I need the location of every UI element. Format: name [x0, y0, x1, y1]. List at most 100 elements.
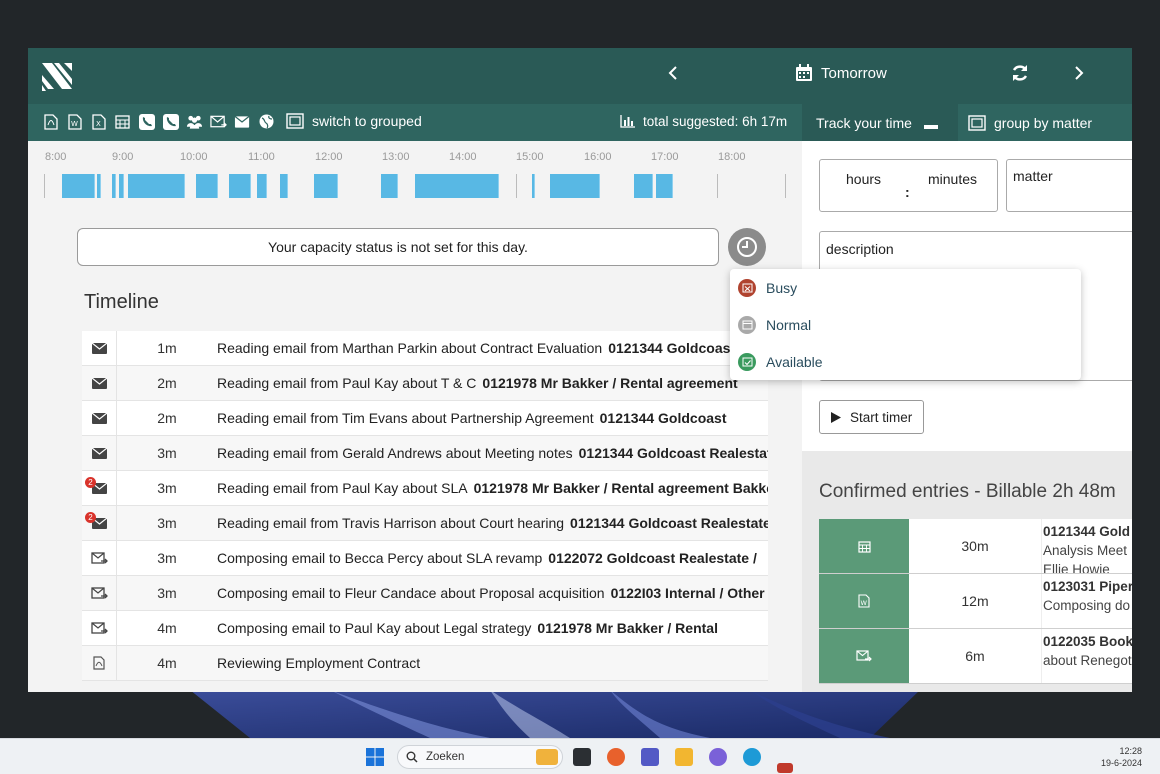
- start-timer-label: Start timer: [850, 409, 913, 425]
- next-day-button[interactable]: [1074, 64, 1084, 87]
- capacity-status-button[interactable]: [728, 228, 766, 266]
- taskbar-search[interactable]: Zoeken: [397, 745, 563, 769]
- minutes-field[interactable]: minutes: [928, 171, 977, 187]
- activity-segment[interactable]: [532, 174, 535, 198]
- file-explorer-icon[interactable]: [675, 748, 693, 766]
- pdf-icon[interactable]: [42, 113, 59, 130]
- group-by-matter-button[interactable]: group by matter: [958, 104, 1132, 141]
- timeline-row[interactable]: 2 3m Reading email from Travis Harrison …: [82, 505, 768, 541]
- activity-segment[interactable]: [128, 174, 185, 198]
- teams-icon[interactable]: [641, 748, 659, 766]
- timeline-row[interactable]: 4m Composing email to Paul Kay about Leg…: [82, 610, 768, 646]
- activity-segment[interactable]: [112, 174, 116, 198]
- activity-segment[interactable]: [97, 174, 101, 198]
- capacity-status-bar: Your capacity status is not set for this…: [77, 228, 719, 266]
- header-bar: Tomorrow: [28, 48, 1132, 104]
- row-text: Composing email to Fleur Candace about P…: [217, 585, 605, 601]
- row-description: Composing email to Paul Kay about Legal …: [217, 620, 768, 636]
- email-reading-icon: [82, 365, 117, 401]
- minimize-icon[interactable]: [923, 124, 938, 129]
- confirmed-entry[interactable]: 6m 0122035 Book about Renegot: [819, 629, 1132, 684]
- row-text: Composing email to Becca Percy about SLA…: [217, 550, 543, 566]
- row-duration: 3m: [157, 445, 177, 461]
- duration-input[interactable]: hours : minutes: [819, 159, 998, 212]
- row-matter: 0121344 Goldcoast: [608, 340, 736, 356]
- row-text: Reading email from Gerald Andrews about …: [217, 445, 573, 461]
- row-description: Reading email from Paul Kay about T & C 0…: [217, 375, 768, 391]
- previous-day-button[interactable]: [668, 64, 678, 87]
- timeline-row[interactable]: 3m Composing email to Fleur Candace abou…: [82, 575, 768, 611]
- phone-in-icon[interactable]: [138, 113, 155, 130]
- date-selector[interactable]: Tomorrow: [795, 64, 887, 82]
- app-icon[interactable]: [777, 763, 793, 773]
- email-composing-icon: [82, 610, 117, 646]
- timeline-row[interactable]: 2m Reading email from Tim Evans about Pa…: [82, 400, 768, 436]
- activity-segment[interactable]: [257, 174, 267, 198]
- hour-ruler: 8:00 9:00 10:00 11:00 12:00 13:00 14:00 …: [45, 151, 785, 165]
- timeline-row[interactable]: 3m Reading email from Gerald Andrews abo…: [82, 435, 768, 471]
- confirmed-entry[interactable]: W 12m 0123031 Piper Composing do: [819, 574, 1132, 629]
- word-icon[interactable]: W: [66, 113, 83, 130]
- timeline-row[interactable]: 1m Reading email from Marthan Parkin abo…: [82, 330, 768, 366]
- email-reading-icon: [82, 400, 117, 436]
- capacity-option-available[interactable]: Available: [730, 343, 1081, 380]
- system-clock[interactable]: 12:28 19-6-2024: [1098, 745, 1142, 769]
- activity-segment[interactable]: [656, 174, 673, 198]
- row-text: Reading email from Paul Kay about T & C: [217, 375, 477, 391]
- confirmed-entry[interactable]: 30m 0121344 Gold Analysis Meet Ellie How…: [819, 519, 1132, 574]
- activity-segment[interactable]: [314, 174, 338, 198]
- capacity-option-busy[interactable]: Busy: [730, 269, 1081, 306]
- calendar-icon[interactable]: [114, 113, 131, 130]
- row-text: Reading email from Travis Harrison about…: [217, 515, 565, 531]
- activity-segment[interactable]: [280, 174, 288, 198]
- hours-field[interactable]: hours: [846, 171, 881, 187]
- email-reading-icon: [82, 330, 117, 366]
- activity-segment[interactable]: [634, 174, 653, 198]
- task-view-icon[interactable]: [573, 748, 591, 766]
- hour-label: 11:00: [248, 151, 275, 163]
- email-composing-icon: [82, 575, 117, 611]
- refresh-button[interactable]: [1011, 64, 1029, 85]
- app-logo: [42, 63, 72, 91]
- switch-to-grouped-button[interactable]: switch to grouped: [286, 113, 422, 129]
- activity-segment[interactable]: [229, 174, 251, 198]
- capacity-option-label: Busy: [766, 279, 798, 296]
- activity-strip[interactable]: [44, 174, 789, 200]
- entry-description: Composing do: [1043, 598, 1131, 613]
- activity-segment[interactable]: [381, 174, 398, 198]
- email-reading-icon[interactable]: [234, 113, 251, 130]
- activity-segment[interactable]: [62, 174, 95, 198]
- copilot-icon[interactable]: [709, 748, 727, 766]
- play-icon: [831, 411, 841, 423]
- timeline-row[interactable]: 3m Composing email to Becca Percy about …: [82, 540, 768, 576]
- hour-label: 13:00: [382, 151, 410, 163]
- notification-badge: 2: [85, 476, 96, 488]
- start-timer-button[interactable]: Start timer: [819, 400, 924, 434]
- matter-field[interactable]: matter: [1006, 159, 1132, 212]
- timeline-tick: [516, 174, 517, 198]
- email-composing-icon[interactable]: [210, 113, 227, 130]
- row-matter: 0121344 Goldcoast: [599, 410, 727, 426]
- web-icon[interactable]: [258, 113, 275, 130]
- row-matter: 0122072 Goldcoast Realestate /: [548, 550, 757, 566]
- timeline-row[interactable]: 2m Reading email from Paul Kay about T &…: [82, 365, 768, 401]
- row-matter: 0121344 Goldcoast Realestate: [578, 445, 768, 461]
- track-time-header: Track your time: [802, 104, 958, 141]
- activity-segment[interactable]: [196, 174, 218, 198]
- row-description: Composing email to Fleur Candace about P…: [217, 585, 768, 601]
- entry-attendee: Ellie Howie: [1043, 562, 1110, 573]
- excel-icon[interactable]: X: [90, 113, 107, 130]
- activity-segment[interactable]: [415, 174, 499, 198]
- activity-segment[interactable]: [119, 174, 124, 198]
- email-reading-icon: [82, 435, 117, 471]
- capacity-option-normal[interactable]: Normal: [730, 306, 1081, 343]
- meeting-icon[interactable]: [186, 113, 203, 130]
- phone-out-icon[interactable]: [162, 113, 179, 130]
- activity-segment[interactable]: [550, 174, 600, 198]
- track-time-panel: hours : minutes matter description Start…: [802, 141, 1132, 692]
- timeline-row[interactable]: 2 3m Reading email from Paul Kay about S…: [82, 470, 768, 506]
- firefox-icon[interactable]: [607, 748, 625, 766]
- windows-start-icon[interactable]: [366, 748, 384, 766]
- edge-icon[interactable]: [743, 748, 761, 766]
- timeline-row[interactable]: 4m Reviewing Employment Contract: [82, 645, 768, 681]
